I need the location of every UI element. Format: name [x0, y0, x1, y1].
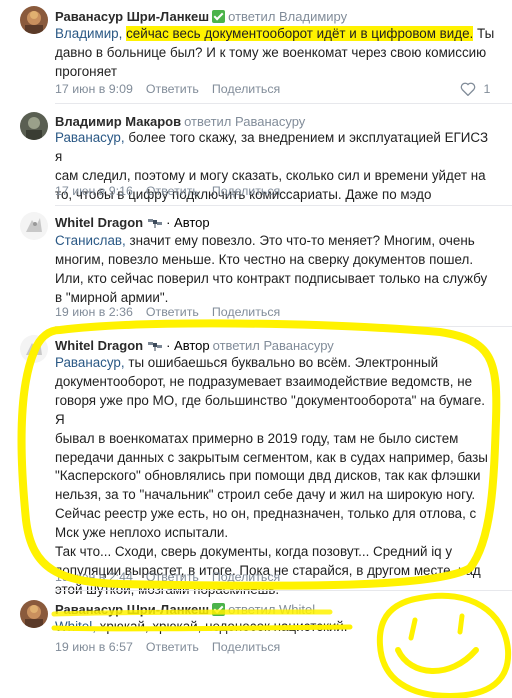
replied-to[interactable]: ответил Whitel: [228, 602, 315, 617]
comment-header: Whitel Dragon · Автор: [55, 215, 210, 231]
share-button[interactable]: Поделиться: [212, 305, 280, 319]
like-count: 1: [483, 82, 491, 96]
reply-button[interactable]: Ответить: [146, 305, 199, 319]
avatar[interactable]: [20, 6, 48, 34]
share-button[interactable]: Поделиться: [212, 570, 280, 584]
text-line: прогоняет: [55, 63, 117, 79]
replied-to[interactable]: ответил Владимиру: [228, 9, 347, 24]
mention-link[interactable]: Раванасур,: [55, 130, 125, 145]
author-name[interactable]: Whitel Dragon: [55, 338, 143, 353]
smiley-face-outline: [376, 592, 512, 698]
avatar[interactable]: [20, 335, 48, 363]
comment-meta: 17 июн в 9:16 Ответить Поделиться: [55, 184, 293, 198]
author-badge: · Автор: [166, 338, 210, 353]
reply-button[interactable]: Ответить: [146, 184, 199, 198]
comment-text: Раванасур, ты ошибаешься буквально во вс…: [55, 354, 495, 600]
text-line: значит ему повезло. Это что-то меняет? М…: [125, 233, 475, 248]
divider: [55, 590, 512, 591]
divider: [55, 103, 512, 104]
text-line: говоря уже про МО, где большинство "доку…: [55, 392, 486, 427]
replied-to[interactable]: ответил Раванасуру: [184, 114, 305, 129]
timestamp[interactable]: 19 июн в 6:57: [55, 640, 133, 654]
comment-meta: 19 июн в 6:57 Ответить Поделиться: [55, 640, 293, 654]
divider: [55, 326, 512, 327]
text-line: документооборот, не подразумевает взаимо…: [55, 373, 473, 389]
timestamp[interactable]: 17 июн в 9:16: [55, 184, 133, 198]
verified-icon: [212, 10, 226, 23]
timestamp[interactable]: 17 июн в 9:09: [55, 82, 133, 96]
comment-header: Раванасур Шри-Ланкеш ответил Whitel: [55, 602, 315, 618]
heart-icon: [460, 82, 476, 97]
text-line: Так что... Сходи, сверь документы, когда…: [55, 544, 453, 560]
text-line: Мск уже неплохо испытали.: [55, 525, 229, 541]
mention-link[interactable]: Раванасур,: [55, 355, 125, 370]
highlighted-text: сейчас весь документооборот идёт и в циф…: [126, 26, 474, 41]
text-line: нельзя, за то "начальник" строил себе да…: [55, 487, 476, 503]
comment-meta: 17 июн в 9:09 Ответить Поделиться: [55, 82, 293, 96]
share-button[interactable]: Поделиться: [212, 82, 280, 96]
comment-text: Владимир, сейчас весь документооборот ид…: [55, 25, 495, 82]
like-button[interactable]: 1: [460, 82, 491, 97]
avatar[interactable]: [20, 600, 48, 628]
avatar[interactable]: [20, 112, 48, 140]
text-line: бывал в военкоматах примерно в 2019 году…: [55, 430, 459, 446]
reply-button[interactable]: Ответить: [146, 570, 199, 584]
text-line: ты ошибаешься буквально во всём. Электро…: [124, 355, 439, 370]
text-line: многим, повезло меньше. Кто честно на св…: [55, 251, 474, 267]
author-name[interactable]: Раванасур Шри-Ланкеш: [55, 602, 209, 617]
mention-link[interactable]: Whitel,: [55, 619, 96, 634]
mention-link[interactable]: Станислав,: [55, 233, 126, 248]
author-badge: · Автор: [166, 215, 210, 230]
text-line: "Касперского" обновлялись при помощи двд…: [55, 468, 481, 484]
author-name[interactable]: Whitel Dragon: [55, 215, 143, 230]
text-line: хрюкай, хрюкай, недоносок нацистский.: [95, 619, 348, 634]
text-line: в "мирной армии".: [55, 289, 169, 305]
reply-button[interactable]: Ответить: [146, 640, 199, 654]
text-line: передачи данных с закрытым сегментом, ка…: [55, 449, 488, 465]
text-line: Сейчас реестр уже есть, но он, предназна…: [55, 506, 477, 522]
divider: [55, 205, 512, 206]
text-line: Или, кто сейчас поверил что контракт под…: [55, 270, 488, 286]
comment-header: Раванасур Шри-Ланкеш ответил Владимиру: [55, 9, 347, 25]
mention-link[interactable]: Владимир,: [55, 26, 122, 41]
comment-header: Whitel Dragon · Автор ответил Раванасуру: [55, 338, 334, 354]
reply-button[interactable]: Ответить: [146, 82, 199, 96]
comment-meta: 19 июн в 2:44 Ответить Поделиться: [55, 570, 293, 584]
satellite-icon: [148, 219, 163, 228]
timestamp[interactable]: 19 июн в 2:36: [55, 305, 133, 319]
verified-icon: [212, 603, 226, 616]
text-line: сам следил, поэтому и могу сказать, скол…: [55, 167, 486, 183]
smiley-mouth: [395, 647, 479, 674]
share-button[interactable]: Поделиться: [212, 184, 280, 198]
author-name[interactable]: Владимир Макаров: [55, 114, 181, 129]
comment-header: Владимир Макаров ответил Раванасуру: [55, 114, 305, 130]
text-line: давно в больнице был? И к тому же военко…: [55, 44, 487, 60]
avatar[interactable]: [20, 212, 48, 240]
comment-text: Whitel, хрюкай, хрюкай, недоносок нацист…: [55, 618, 495, 637]
timestamp[interactable]: 19 июн в 2:44: [55, 570, 133, 584]
share-button[interactable]: Поделиться: [212, 640, 280, 654]
replied-to[interactable]: ответил Раванасуру: [213, 338, 334, 353]
author-name[interactable]: Раванасур Шри-Ланкеш: [55, 9, 209, 24]
text-line: Ты: [473, 26, 495, 41]
comment-text: Станислав, значит ему повезло. Это что-т…: [55, 232, 495, 308]
comment-meta: 19 июн в 2:36 Ответить Поделиться: [55, 305, 293, 319]
satellite-icon: [148, 342, 163, 351]
